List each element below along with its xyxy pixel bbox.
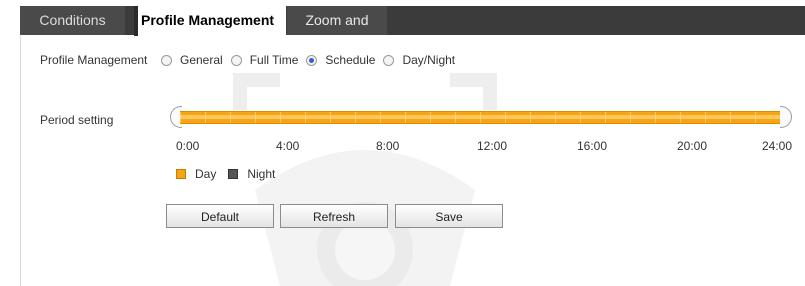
content-panel bbox=[20, 36, 805, 286]
legend-night-label: Night bbox=[247, 167, 276, 181]
tab-zoom-and-focus[interactable]: Zoom and Focus bbox=[287, 6, 387, 57]
default-button[interactable]: Default bbox=[166, 204, 274, 228]
tab-bar: Conditions Profile Management Zoom and F… bbox=[0, 0, 805, 57]
tab-profile-management[interactable]: Profile Management bbox=[134, 6, 286, 36]
tick-label: 16:00 bbox=[577, 139, 608, 153]
tab-conditions[interactable]: Conditions bbox=[20, 6, 125, 35]
refresh-button[interactable]: Refresh bbox=[280, 204, 388, 228]
night-swatch-icon bbox=[228, 169, 239, 179]
radio-general[interactable] bbox=[161, 54, 172, 66]
tick-label: 8:00 bbox=[376, 139, 400, 153]
radio-label-schedule: Schedule bbox=[325, 53, 376, 67]
radio-label-full-time: Full Time bbox=[249, 53, 299, 67]
save-button[interactable]: Save bbox=[395, 204, 503, 228]
legend: Day Night bbox=[176, 167, 275, 181]
tick-label: 0:00 bbox=[176, 139, 200, 153]
radio-label-day-night: Day/Night bbox=[402, 53, 456, 67]
tick-label: 24:00 bbox=[762, 139, 793, 153]
legend-day-label: Day bbox=[195, 167, 217, 181]
radio-schedule[interactable] bbox=[306, 54, 318, 66]
radio-label-general: General bbox=[180, 53, 223, 67]
tick-label: 4:00 bbox=[276, 139, 300, 153]
radio-full-time[interactable] bbox=[230, 54, 242, 66]
radio-day-night[interactable] bbox=[383, 54, 395, 66]
period-timeline-bar[interactable] bbox=[180, 111, 783, 124]
tick-label: 20:00 bbox=[677, 139, 708, 153]
profile-radio-group: General Full Time Schedule Day/Night bbox=[161, 52, 463, 68]
profile-management-label: Profile Management bbox=[40, 53, 148, 67]
day-swatch-icon bbox=[176, 169, 186, 179]
period-setting-label: Period setting bbox=[40, 113, 114, 127]
tick-label: 12:00 bbox=[477, 139, 508, 153]
